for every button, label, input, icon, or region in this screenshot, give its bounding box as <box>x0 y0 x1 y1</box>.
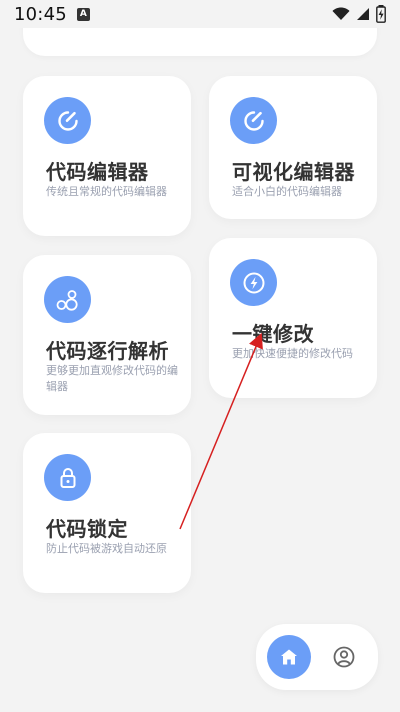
battery-charging-icon <box>376 5 386 23</box>
card-title: 代码编辑器 <box>46 160 149 184</box>
card-title: 代码逐行解析 <box>46 339 169 363</box>
card-code-editor[interactable]: 代码编辑器 传统且常规的代码编辑器 <box>23 76 191 236</box>
card-description: 更加快速便捷的修改代码 <box>232 347 353 360</box>
signal-icon <box>357 8 369 20</box>
card-icon-wrap <box>44 454 91 501</box>
status-time: 10:45 <box>14 3 67 25</box>
card-title: 代码锁定 <box>46 517 128 541</box>
lock-icon <box>60 467 75 488</box>
card-one-click-modify[interactable]: 一键修改 更加快速便捷的修改代码 <box>209 238 377 398</box>
card-title: 一键修改 <box>232 322 314 346</box>
edit-icon <box>243 110 264 131</box>
lightning-icon <box>243 272 264 293</box>
card-description: 更够更加直观修改代码的编辑器 <box>46 364 178 393</box>
wifi-icon <box>332 7 350 20</box>
card-icon-wrap <box>44 97 91 144</box>
bubbles-icon <box>56 289 78 311</box>
nav-home-button[interactable] <box>267 635 311 679</box>
edit-icon <box>57 110 78 131</box>
card-description: 适合小白的代码编辑器 <box>232 185 342 198</box>
card-icon-wrap <box>230 97 277 144</box>
home-icon <box>281 649 297 665</box>
card-visual-editor[interactable]: 可视化编辑器 适合小白的代码编辑器 <box>209 76 377 219</box>
status-right <box>332 5 386 23</box>
card-description: 防止代码被游戏自动还原 <box>46 542 167 555</box>
card-line-analysis[interactable]: 代码逐行解析 更够更加直观修改代码的编辑器 <box>23 255 191 415</box>
card-icon-wrap <box>44 276 91 323</box>
status-left: 10:45 A <box>14 4 90 25</box>
nav-profile-button[interactable] <box>332 645 356 669</box>
profile-icon <box>333 646 355 668</box>
card-title: 可视化编辑器 <box>232 160 355 184</box>
bottom-nav <box>256 624 378 690</box>
status-bar: 10:45 A <box>0 0 400 28</box>
card-description: 传统且常规的代码编辑器 <box>46 185 167 198</box>
card-code-lock[interactable]: 代码锁定 防止代码被游戏自动还原 <box>23 433 191 593</box>
card-icon-wrap <box>230 259 277 306</box>
a-square-icon: A <box>76 7 90 21</box>
app-screen: 10:45 A 代码编辑器 传统且常规的代码编辑器 可视化编辑器 适合小白的代码… <box>0 0 400 712</box>
